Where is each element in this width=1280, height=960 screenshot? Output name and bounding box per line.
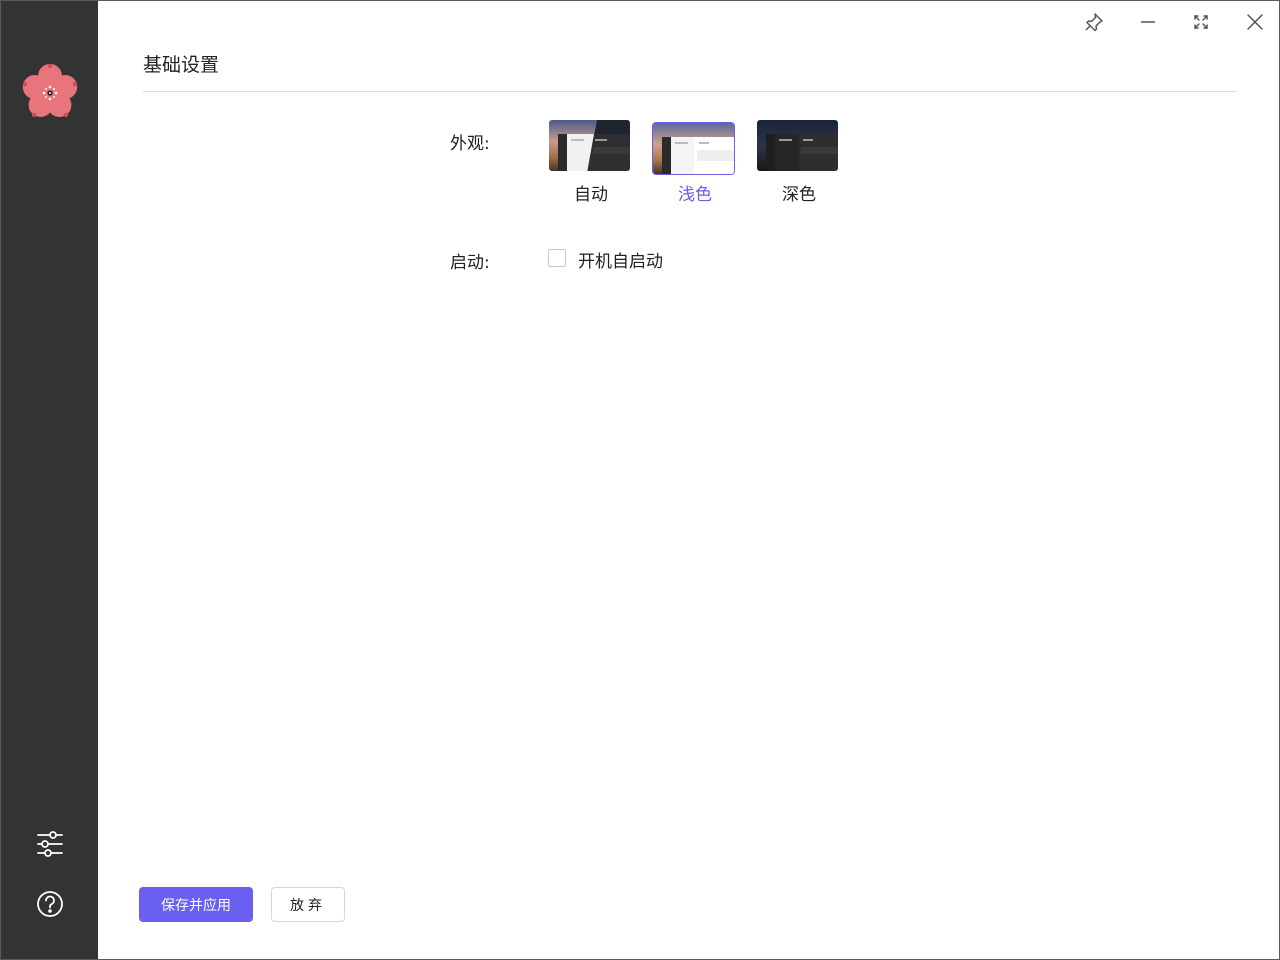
sliders-icon[interactable] <box>34 828 66 860</box>
theme-option-auto[interactable]: 自动 <box>548 119 634 205</box>
theme-thumbnail-auto <box>548 119 631 172</box>
close-icon[interactable] <box>1242 9 1268 35</box>
settings-panel: 基础设置 外观: 自动 浅色 深色 启动: 开机自启动 保存并应用 放弃 <box>98 1 1279 959</box>
autostart-checkbox[interactable] <box>548 249 566 267</box>
theme-label-dark: 深色 <box>782 185 816 205</box>
sidebar <box>1 1 98 959</box>
help-icon[interactable] <box>34 888 66 920</box>
discard-button[interactable]: 放弃 <box>271 887 345 922</box>
theme-label-auto: 自动 <box>574 185 608 205</box>
startup-label: 启动: <box>450 253 490 273</box>
theme-option-dark[interactable]: 深色 <box>756 119 842 205</box>
title-divider <box>143 91 1237 92</box>
autostart-checkbox-label[interactable]: 开机自启动 <box>578 247 663 272</box>
maximize-icon[interactable] <box>1188 9 1214 35</box>
appearance-label: 外观: <box>450 134 490 154</box>
theme-thumbnail-light <box>652 122 735 175</box>
pin-icon[interactable] <box>1081 9 1107 35</box>
theme-thumbnail-dark <box>756 119 839 172</box>
app-window: 基础设置 外观: 自动 浅色 深色 启动: 开机自启动 保存并应用 放弃 <box>0 0 1280 960</box>
theme-option-light[interactable]: 浅色 <box>652 122 738 205</box>
page-title: 基础设置 <box>143 54 220 76</box>
cherry-blossom-logo-icon <box>20 62 80 122</box>
theme-label-light: 浅色 <box>678 185 712 205</box>
save-apply-button[interactable]: 保存并应用 <box>139 887 253 922</box>
minimize-icon[interactable] <box>1135 9 1161 35</box>
